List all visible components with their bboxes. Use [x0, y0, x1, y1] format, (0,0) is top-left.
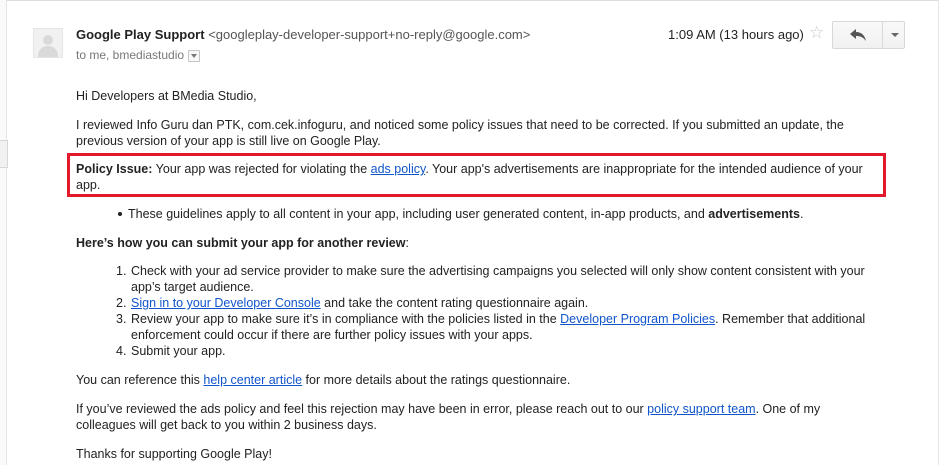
- reference-post: for more details about the ratings quest…: [302, 373, 571, 387]
- thanks-line: Thanks for supporting Google Play!: [76, 447, 272, 461]
- email-view: Google Play Support <googleplay-develope…: [0, 0, 939, 465]
- bullet-end: .: [799, 207, 804, 221]
- review-paragraph: If you’ve reviewed the ads policy and fe…: [76, 401, 866, 433]
- howto-heading-text: Here’s how you can submit your app for a…: [76, 236, 406, 250]
- policy-text-pre: Your app was rejected for violating the: [152, 162, 371, 176]
- left-pane-edge: [0, 0, 7, 465]
- more-options-chevron-down-icon[interactable]: [883, 22, 904, 48]
- step-text: and take the content rating questionnair…: [320, 296, 589, 310]
- sender-line: Google Play Support <googleplay-develope…: [76, 27, 530, 42]
- policy-support-team-link[interactable]: policy support team: [647, 402, 755, 416]
- ads-policy-link[interactable]: ads policy: [371, 162, 426, 176]
- bullet-dot-icon: [118, 211, 122, 216]
- policy-issue-label: Policy Issue:: [76, 162, 153, 176]
- step-text-pre: Review your app to make sure it’s in com…: [131, 312, 561, 326]
- howto-heading: Here’s how you can submit your app for a…: [76, 235, 409, 251]
- person-silhouette-icon: [38, 35, 58, 57]
- show-details-dropdown-icon[interactable]: [188, 49, 201, 62]
- guidelines-bullet: These guidelines apply to all content in…: [118, 206, 803, 222]
- step-number: 1.: [116, 264, 127, 278]
- help-center-article-link[interactable]: help center article: [203, 373, 302, 387]
- developer-program-policies-link[interactable]: Developer Program Policies: [560, 312, 715, 326]
- review-pre: If you’ve reviewed the ads policy and fe…: [76, 402, 648, 416]
- sender-email: <googleplay-developer-support+no-reply@g…: [208, 27, 531, 42]
- left-pane-tab[interactable]: [0, 140, 8, 168]
- step-number: 3.: [116, 312, 127, 326]
- list-item: 4. Submit your app.: [116, 343, 886, 359]
- reference-pre: You can reference this: [76, 373, 204, 387]
- sender-avatar[interactable]: [33, 28, 63, 58]
- list-item: 2. Sign in to your Developer Console and…: [116, 295, 886, 311]
- reply-button-group: [832, 21, 905, 49]
- message-timestamp: 1:09 AM (13 hours ago): [668, 27, 804, 42]
- sender-name[interactable]: Google Play Support: [76, 27, 205, 42]
- list-item: 3. Review your app to make sure it’s in …: [116, 311, 886, 343]
- developer-console-link[interactable]: Sign in to your Developer Console: [131, 296, 321, 310]
- policy-issue-paragraph: Policy Issue: Your app was rejected for …: [76, 161, 876, 193]
- bullet-bold: advertisements: [708, 207, 800, 221]
- intro-paragraph: I reviewed Info Guru dan PTK, com.cek.in…: [76, 118, 844, 148]
- step-number: 2.: [116, 296, 127, 310]
- bullet-text: These guidelines apply to all content in…: [128, 207, 709, 221]
- reference-paragraph: You can reference this help center artic…: [76, 372, 886, 388]
- recipients-line: to me, bmediastudio: [76, 48, 201, 62]
- howto-colon: :: [405, 236, 409, 250]
- recipients-text: to me, bmediastudio: [76, 48, 185, 62]
- step-text: Submit your app.: [131, 344, 226, 358]
- greeting: Hi Developers at BMedia Studio,: [76, 89, 257, 103]
- star-outline-icon[interactable]: ☆: [809, 24, 824, 41]
- step-text: Check with your ad service provider to m…: [131, 264, 865, 294]
- list-item: 1. Check with your ad service provider t…: [116, 263, 886, 295]
- step-number: 4.: [116, 344, 127, 358]
- top-divider: [0, 0, 939, 1]
- reply-button[interactable]: [833, 22, 882, 48]
- reply-arrow-icon: [850, 29, 866, 41]
- steps-list: 1. Check with your ad service provider t…: [116, 263, 886, 359]
